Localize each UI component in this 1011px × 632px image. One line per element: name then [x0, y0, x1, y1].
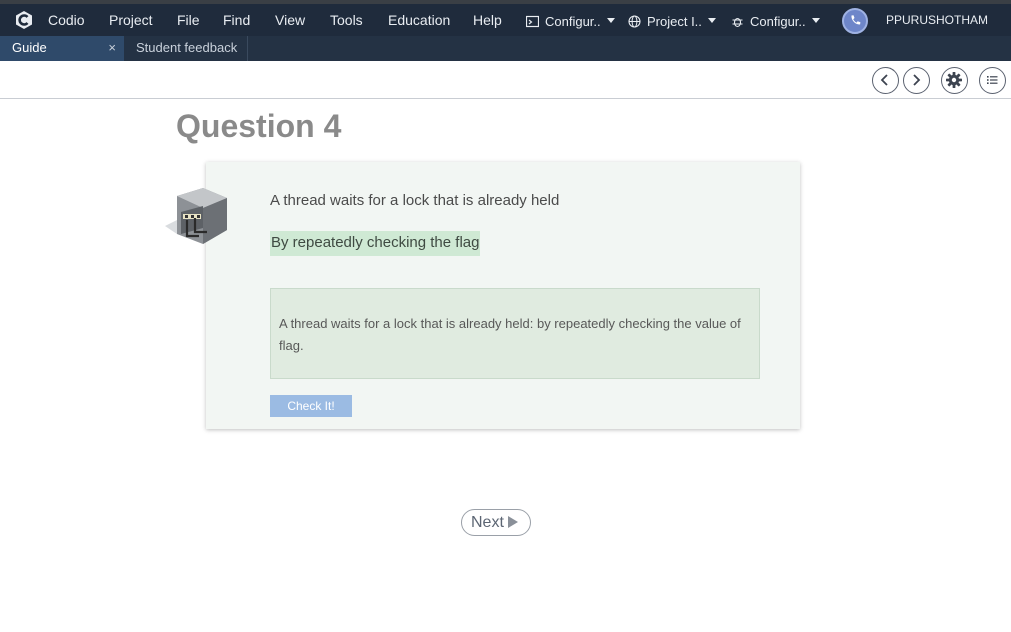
- chevron-down-icon: [606, 18, 615, 23]
- menu-project[interactable]: Project: [109, 11, 153, 29]
- menu-view[interactable]: View: [275, 11, 305, 29]
- list-icon: [987, 76, 998, 84]
- codio-logo-icon[interactable]: [14, 10, 34, 30]
- page-title: Question 4: [176, 108, 342, 144]
- globe-icon: [628, 15, 641, 28]
- question-text: A thread waits for a lock that is alread…: [270, 192, 560, 209]
- guide-toolbar: [0, 61, 1011, 99]
- configure-dropdown-label: Configur..: [545, 14, 601, 29]
- settings-button[interactable]: [941, 67, 968, 94]
- previous-page-button[interactable]: [872, 67, 899, 94]
- debug-configure-dropdown-label: Configur..: [750, 14, 806, 29]
- menu-find[interactable]: Find: [223, 11, 250, 29]
- menu-bar: Codio Project File Find View Tools Educa…: [0, 4, 1011, 36]
- user-name[interactable]: PPURUSHOTHAM: [886, 13, 988, 27]
- configure-dropdown[interactable]: Configur..: [526, 13, 615, 31]
- check-it-button[interactable]: Check It!: [270, 395, 352, 417]
- tab-bar: Guide × Student feedback: [0, 36, 1011, 61]
- answer-feedback: A thread waits for a lock that is alread…: [270, 288, 760, 379]
- chevron-down-icon: [707, 18, 716, 23]
- tab-guide-label: Guide: [12, 40, 47, 55]
- menu-tools[interactable]: Tools: [330, 11, 363, 29]
- chevron-left-icon: [880, 74, 888, 86]
- next-page-button[interactable]: [903, 67, 930, 94]
- chevron-down-icon: [811, 18, 820, 23]
- play-icon: [507, 516, 518, 528]
- tab-student-feedback-label: Student feedback: [136, 40, 238, 55]
- project-index-dropdown-label: Project I..: [647, 14, 702, 29]
- project-index-dropdown[interactable]: Project I..: [628, 13, 716, 31]
- terminal-icon: [526, 15, 539, 28]
- debug-configure-dropdown[interactable]: Configur..: [731, 13, 820, 31]
- menu-codio[interactable]: Codio: [48, 11, 85, 29]
- menu-education[interactable]: Education: [388, 11, 450, 29]
- close-icon[interactable]: ×: [108, 36, 116, 60]
- phone-icon[interactable]: [842, 8, 868, 34]
- tab-student-feedback[interactable]: Student feedback: [124, 36, 248, 61]
- bug-icon: [732, 17, 743, 28]
- chevron-right-icon: [913, 74, 921, 86]
- table-of-contents-button[interactable]: [979, 67, 1006, 94]
- next-button-label: Next: [471, 514, 504, 531]
- menu-help[interactable]: Help: [473, 11, 502, 29]
- gear-icon: [946, 72, 962, 88]
- tab-guide[interactable]: Guide ×: [0, 36, 124, 61]
- next-button[interactable]: Next: [461, 509, 531, 536]
- question-illustration-icon: [165, 188, 227, 244]
- selected-answer-option[interactable]: By repeatedly checking the flag: [270, 231, 481, 256]
- menu-file[interactable]: File: [177, 11, 200, 29]
